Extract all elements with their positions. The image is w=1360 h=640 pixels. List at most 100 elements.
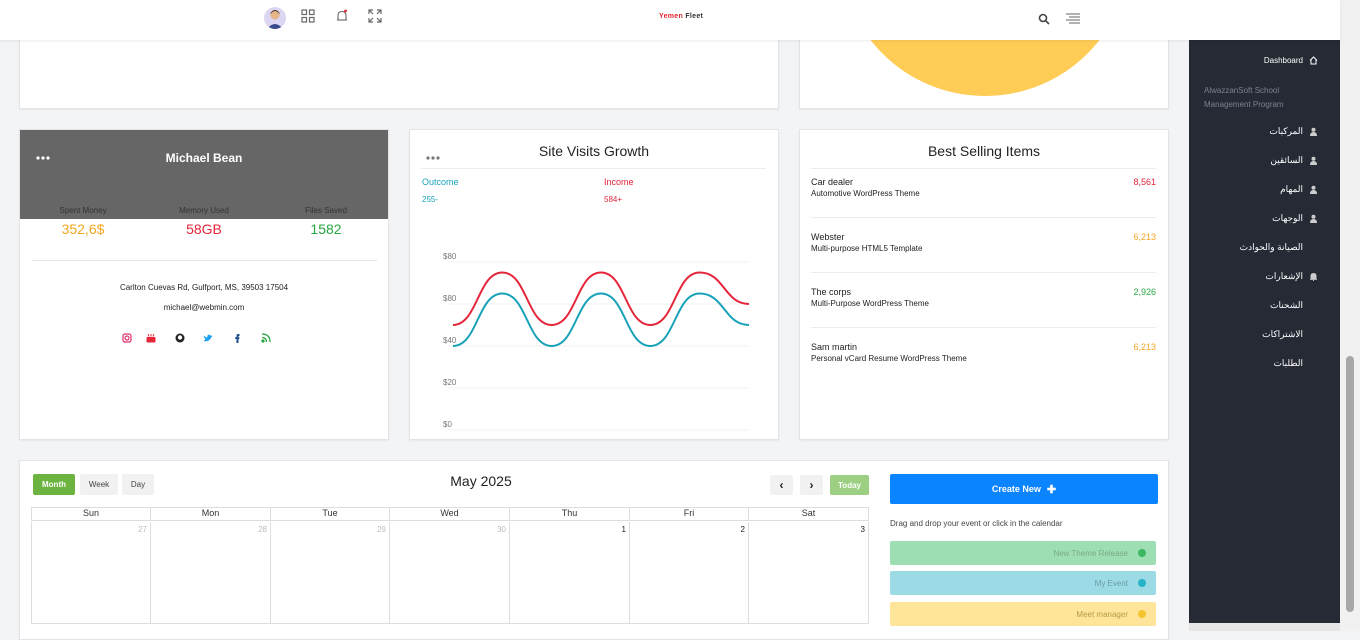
y-tick-label: $80: [443, 294, 457, 303]
divider: [421, 168, 766, 169]
user-icon: [1309, 214, 1318, 223]
item-name: Car dealer: [811, 177, 854, 187]
draggable-event[interactable]: New Theme Release: [890, 541, 1156, 565]
sidebar-horizontal-scrollbar[interactable]: [1189, 623, 1340, 631]
sidebar-item-label: المهام: [1280, 184, 1303, 194]
sidebar-item-destinations[interactable]: الوجهات: [1272, 213, 1318, 224]
calendar-card: Month Week Day May 2025 ‹ › Today Sun Mo…: [19, 460, 1169, 640]
list-item[interactable]: Car dealer Automotive WordPress Theme 8,…: [811, 177, 1156, 232]
calendar-day-cell[interactable]: 1: [510, 522, 630, 624]
create-new-button[interactable]: Create New ✚: [890, 474, 1158, 504]
sidebar-item-label: الصيانة والحوادث: [1239, 242, 1303, 252]
school-program-text: AlwazzanSoft School Management Program: [1204, 86, 1284, 109]
instagram-icon[interactable]: [121, 332, 133, 344]
profile-email[interactable]: michael@webmin.com: [20, 303, 388, 312]
bell-icon: [1309, 272, 1318, 281]
item-name: The corps: [811, 287, 852, 297]
user-icon: [1309, 127, 1318, 136]
event-dot-icon: [1138, 610, 1146, 618]
day-header: Mon: [151, 507, 271, 521]
calendar-day-cell[interactable]: 27: [31, 522, 151, 624]
calendar-day-cell[interactable]: 29: [271, 522, 390, 624]
sidebar-item-subscriptions[interactable]: الاشتراكات: [1262, 329, 1303, 340]
income-value: 584+: [604, 195, 623, 204]
list-item[interactable]: Sam martin Personal vCard Resume WordPre…: [811, 342, 1156, 397]
card-title: Best Selling Items: [927, 143, 1041, 159]
sidebar-item-label: الوجهات: [1272, 213, 1303, 223]
sidebar-item-maintenance[interactable]: الصيانة والحوادث: [1240, 242, 1303, 253]
y-tick-label: $20: [443, 378, 457, 387]
event-label: My Event: [1094, 578, 1128, 588]
sidebar-item-vehicles[interactable]: المركبات: [1269, 126, 1318, 137]
day-header: Sun: [31, 507, 151, 521]
top-navbar: Yemen Fleet: [0, 0, 1340, 40]
sidebar-item-label: الشحنات: [1269, 300, 1303, 310]
draggable-event[interactable]: My Event: [890, 571, 1156, 595]
list-item[interactable]: Webster Multi-purpose HTML5 Template 6,2…: [811, 232, 1156, 287]
stat-value: 58GB: [186, 221, 222, 237]
today-button[interactable]: Today: [830, 475, 869, 495]
profile-address: Carlton Cuevas Rd, Gulfport, MS, 39503 1…: [119, 283, 289, 292]
next-month-button[interactable]: ›: [800, 475, 823, 495]
profile-card: Michael Bean Spent Money 352,6$ Memory U…: [19, 129, 389, 440]
plus-icon: ✚: [1046, 483, 1057, 496]
search-icon[interactable]: [1038, 12, 1054, 28]
sidebar-item-label: الاشتراكات: [1262, 329, 1303, 339]
brand-logo[interactable]: Yemen Fleet: [659, 13, 703, 20]
calendar-day-cell[interactable]: 30: [390, 522, 510, 624]
item-description: Personal vCard Resume WordPress Theme: [811, 354, 967, 363]
notification-bell-icon[interactable]: [335, 9, 351, 25]
x-tick-label: 2016: [691, 437, 709, 438]
event-label: Meet manager: [1076, 609, 1128, 619]
card-title: Site Visits Growth: [538, 143, 650, 159]
github-icon[interactable]: [174, 332, 186, 344]
calendar-day-cell[interactable]: 2: [630, 522, 749, 624]
page-scrollbar[interactable]: [1340, 0, 1360, 631]
calendar-hint: Drag and drop your event or click in the…: [890, 519, 1063, 528]
user-icon: [1309, 185, 1318, 194]
rss-icon[interactable]: [260, 332, 272, 344]
sidebar-item-tasks[interactable]: المهام: [1280, 184, 1318, 195]
event-dot-icon: [1138, 579, 1146, 587]
user-avatar[interactable]: [264, 7, 286, 29]
day-header: Sat: [749, 507, 869, 521]
divider: [811, 272, 1156, 273]
y-tick-label: $40: [443, 336, 457, 345]
youtube-icon[interactable]: [145, 332, 157, 344]
sidebar-item-label: الطلبات: [1273, 358, 1303, 368]
view-day-button[interactable]: Day: [122, 474, 154, 495]
item-value: 6,213: [1133, 232, 1156, 242]
item-description: Automotive WordPress Theme: [811, 189, 920, 198]
stat-spent-money: Spent Money 352,6$: [23, 206, 143, 237]
sidebar-item-dashboard[interactable]: Dashboard: [1264, 56, 1318, 65]
draggable-event[interactable]: Meet manager: [890, 602, 1156, 626]
top-left-card: [19, 30, 779, 109]
twitter-icon[interactable]: [202, 332, 214, 344]
view-month-button[interactable]: Month: [33, 474, 75, 495]
brand-part-1: Yemen: [659, 13, 684, 20]
sidebar-item-notifications[interactable]: الإشعارات: [1265, 271, 1318, 282]
scrollbar-thumb[interactable]: [1346, 356, 1354, 612]
calendar-title: May 2025: [450, 473, 512, 489]
view-week-button[interactable]: Week: [80, 474, 118, 495]
sidebar-item-orders[interactable]: الطلبات: [1273, 358, 1303, 369]
menu-toggle-icon[interactable]: [1065, 12, 1081, 28]
stat-memory-used: Memory Used 58GB: [144, 206, 264, 237]
divider: [811, 327, 1156, 328]
item-name: Sam martin: [811, 342, 858, 352]
y-tick-label: $0: [443, 420, 452, 429]
top-right-card: [799, 30, 1169, 109]
apps-grid-icon[interactable]: [301, 9, 317, 25]
user-icon: [1309, 156, 1318, 165]
item-description: Multi-purpose HTML5 Template: [811, 244, 923, 253]
sidebar-item-shipments[interactable]: الشحنات: [1270, 300, 1303, 311]
facebook-icon[interactable]: [231, 332, 243, 344]
sidebar-item-drivers[interactable]: السائقين: [1270, 155, 1318, 166]
day-header: Tue: [271, 507, 390, 521]
series-line-outcome: [452, 292, 750, 348]
fullscreen-icon[interactable]: [368, 9, 384, 25]
list-item[interactable]: The corps Multi-Purpose WordPress Theme …: [811, 287, 1156, 342]
calendar-day-cell[interactable]: 3: [749, 522, 869, 624]
calendar-day-cell[interactable]: 28: [151, 522, 271, 624]
prev-month-button[interactable]: ‹: [770, 475, 793, 495]
